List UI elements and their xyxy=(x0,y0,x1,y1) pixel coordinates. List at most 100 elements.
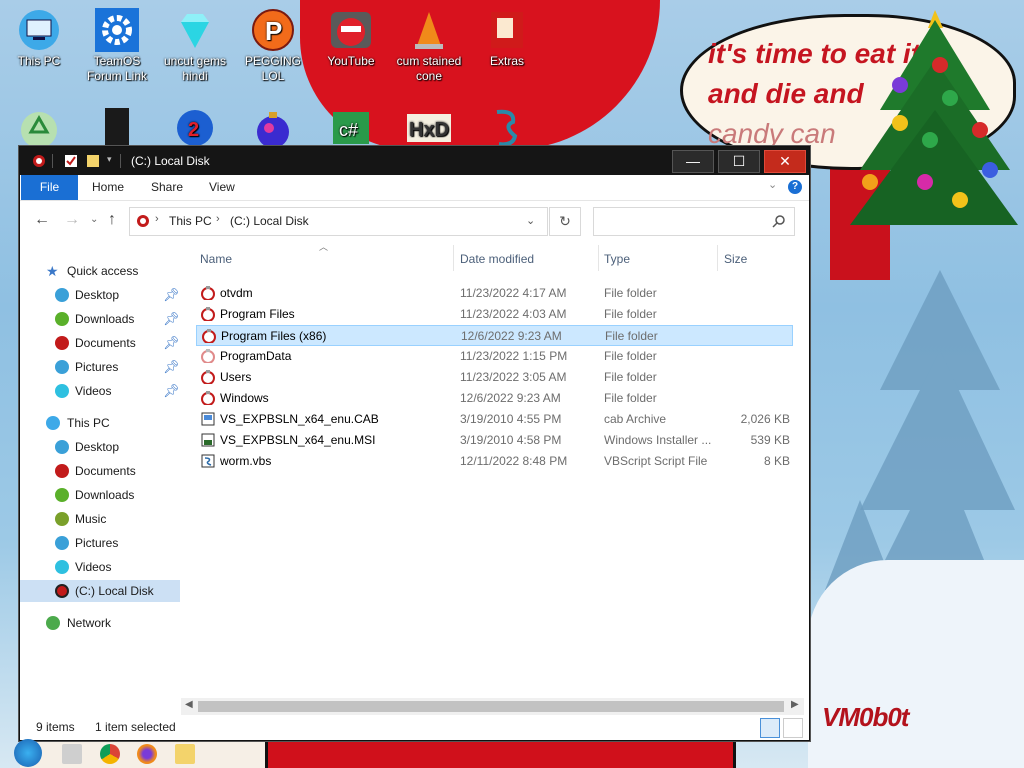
file-list: ︿ Name Date modified Type Size otvdm 11/… xyxy=(181,240,809,695)
svg-text:2: 2 xyxy=(188,119,199,141)
folder-ornament-icon xyxy=(201,307,215,321)
vbs-file-icon xyxy=(201,454,215,468)
horizontal-scrollbar[interactable]: ◀ ▶ xyxy=(181,698,804,715)
file-row[interactable]: VS_EXPBSLN_x64_enu.MSI 3/19/2010 4:58 PM… xyxy=(196,430,793,451)
search-icon xyxy=(772,215,785,228)
column-header-type[interactable]: Type xyxy=(604,252,630,272)
desktop-icon-this-pc[interactable]: This PC xyxy=(0,8,78,69)
file-row[interactable]: worm.vbs 12/11/2022 8:48 PM VBScript Scr… xyxy=(196,451,793,472)
desktop-icon-pegging[interactable]: P PEGGING LOL xyxy=(234,8,312,84)
nav-quick-documents[interactable]: Documents 📌︎ xyxy=(20,332,180,354)
downloads-folder-icon xyxy=(55,312,69,326)
pin-icon[interactable]: 📌︎ xyxy=(163,335,180,351)
p-icon: P xyxy=(252,9,294,51)
wallpaper-snow xyxy=(808,560,1024,768)
breadcrumb-local-disk[interactable]: (C:) Local Disk xyxy=(230,214,309,228)
file-row[interactable]: VS_EXPBSLN_x64_enu.CAB 3/19/2010 4:55 PM… xyxy=(196,409,793,430)
scroll-right-arrow-icon[interactable]: ▶ xyxy=(791,699,799,710)
task-view-icon[interactable] xyxy=(62,744,82,764)
nav-network[interactable]: Network xyxy=(20,612,180,634)
nav-this-pc[interactable]: This PC xyxy=(20,412,180,434)
documents-folder-icon xyxy=(55,464,69,478)
nav-pc-pictures[interactable]: Pictures xyxy=(20,532,180,554)
nav-pc-desktop[interactable]: Desktop xyxy=(20,436,180,458)
tab-share[interactable]: Share xyxy=(151,175,183,200)
hxd-icon: HxD xyxy=(407,114,451,142)
firefox-icon[interactable] xyxy=(137,744,157,764)
msi-file-icon xyxy=(201,433,215,447)
column-header-size[interactable]: Size xyxy=(724,252,747,272)
column-header-name[interactable]: Name xyxy=(200,252,232,272)
quick-access-toolbar-chevron-icon[interactable]: ▾ xyxy=(107,154,121,168)
desktop-folder-icon xyxy=(55,288,69,302)
refresh-button[interactable]: ↻ xyxy=(549,207,581,236)
large-icons-view-button[interactable] xyxy=(783,718,803,738)
nav-quick-downloads[interactable]: Downloads 📌︎ xyxy=(20,308,180,330)
nav-quick-desktop[interactable]: Desktop 📌︎ xyxy=(20,284,180,306)
back-button[interactable]: ← xyxy=(34,211,50,229)
pin-icon[interactable]: 📌︎ xyxy=(163,287,180,303)
column-separator[interactable] xyxy=(717,245,718,271)
desktop-icon-uncut-gems[interactable]: uncut gems hindi xyxy=(156,8,234,84)
blue-circle-icon: 2 xyxy=(177,110,213,146)
pin-icon[interactable]: 📌︎ xyxy=(163,383,180,399)
csharp-icon: c# xyxy=(333,112,369,144)
close-button[interactable]: ✕ xyxy=(764,150,806,173)
nav-pc-downloads[interactable]: Downloads xyxy=(20,484,180,506)
file-row-selected[interactable]: Program Files (x86) 12/6/2022 9:23 AM Fi… xyxy=(196,325,793,346)
tab-file[interactable]: File xyxy=(21,175,78,200)
address-bar[interactable]: › This PC › (C:) Local Disk ⌄ xyxy=(129,207,548,236)
pin-icon[interactable]: 📌︎ xyxy=(163,311,180,327)
desktop-icon-teamos[interactable]: TeamOS Forum Link xyxy=(78,8,156,84)
nav-quick-access[interactable]: ★ Quick access xyxy=(20,260,180,282)
nav-quick-pictures[interactable]: Pictures 📌︎ xyxy=(20,356,180,378)
new-folder-icon[interactable] xyxy=(86,154,100,168)
maximize-button[interactable]: ☐ xyxy=(718,150,760,173)
nav-pc-music[interactable]: Music xyxy=(20,508,180,530)
music-folder-icon xyxy=(55,512,69,526)
column-separator[interactable] xyxy=(598,245,599,271)
search-box[interactable] xyxy=(593,207,795,236)
scrollbar-thumb[interactable] xyxy=(198,701,784,712)
nav-quick-videos[interactable]: Videos 📌︎ xyxy=(20,380,180,402)
file-row[interactable]: ProgramData 11/23/2022 1:15 PM File fold… xyxy=(196,346,793,367)
nav-pc-local-disk[interactable]: (C:) Local Disk xyxy=(20,580,180,602)
ribbon: File Home Share View ⌄ ? xyxy=(20,175,809,201)
up-button[interactable]: ↑ xyxy=(108,211,116,229)
title-bar[interactable]: ▾ (C:) Local Disk — ☐ ✕ xyxy=(20,147,809,175)
recycle-bin-icon xyxy=(21,112,57,148)
desktop-icon-extras[interactable]: Extras xyxy=(468,8,546,69)
file-row[interactable]: Windows 12/6/2022 9:23 AM File folder xyxy=(196,388,793,409)
chrome-icon[interactable] xyxy=(100,744,120,764)
scroll-left-arrow-icon[interactable]: ◀ xyxy=(185,699,193,710)
column-header-date[interactable]: Date modified xyxy=(460,252,534,272)
svg-text:P: P xyxy=(265,16,282,46)
pin-icon[interactable]: 📌︎ xyxy=(163,359,180,375)
tab-home[interactable]: Home xyxy=(92,175,124,200)
desktop-icon-cone[interactable]: cum stained cone xyxy=(390,8,468,84)
expand-ribbon-chevron-icon[interactable]: ⌄ xyxy=(768,178,777,191)
forward-button[interactable]: → xyxy=(64,211,80,229)
address-dropdown-chevron-icon[interactable]: ⌄ xyxy=(526,214,535,227)
file-row[interactable]: Program Files 11/23/2022 4:03 AM File fo… xyxy=(196,304,793,325)
file-explorer-taskbar-icon[interactable] xyxy=(175,744,195,764)
nav-pc-videos[interactable]: Videos xyxy=(20,556,180,578)
file-row[interactable]: otvdm 11/23/2022 4:17 AM File folder xyxy=(196,283,793,304)
breadcrumb-chevron-icon[interactable]: › xyxy=(155,213,159,225)
tab-view[interactable]: View xyxy=(209,175,235,200)
breadcrumb-this-pc[interactable]: This PC xyxy=(169,214,212,228)
title-separator xyxy=(120,154,121,168)
breadcrumb-chevron-icon[interactable]: › xyxy=(216,213,220,225)
help-icon[interactable]: ? xyxy=(788,180,802,194)
nav-pc-documents[interactable]: Documents xyxy=(20,460,180,482)
details-view-button[interactable] xyxy=(760,718,780,738)
videos-folder-icon xyxy=(55,384,69,398)
minimize-button[interactable]: — xyxy=(672,150,714,173)
start-button[interactable] xyxy=(14,739,42,767)
properties-icon[interactable] xyxy=(64,154,78,168)
file-row[interactable]: Users 11/23/2022 3:05 AM File folder xyxy=(196,367,793,388)
desktop-icon-youtube[interactable]: YouTube xyxy=(312,8,390,69)
navigation-bar: ← → ⌄ ↑ › This PC › (C:) Local Disk ⌄ ↻ xyxy=(20,201,809,239)
column-separator[interactable] xyxy=(453,245,454,271)
recent-locations-chevron-icon[interactable]: ⌄ xyxy=(90,214,98,225)
